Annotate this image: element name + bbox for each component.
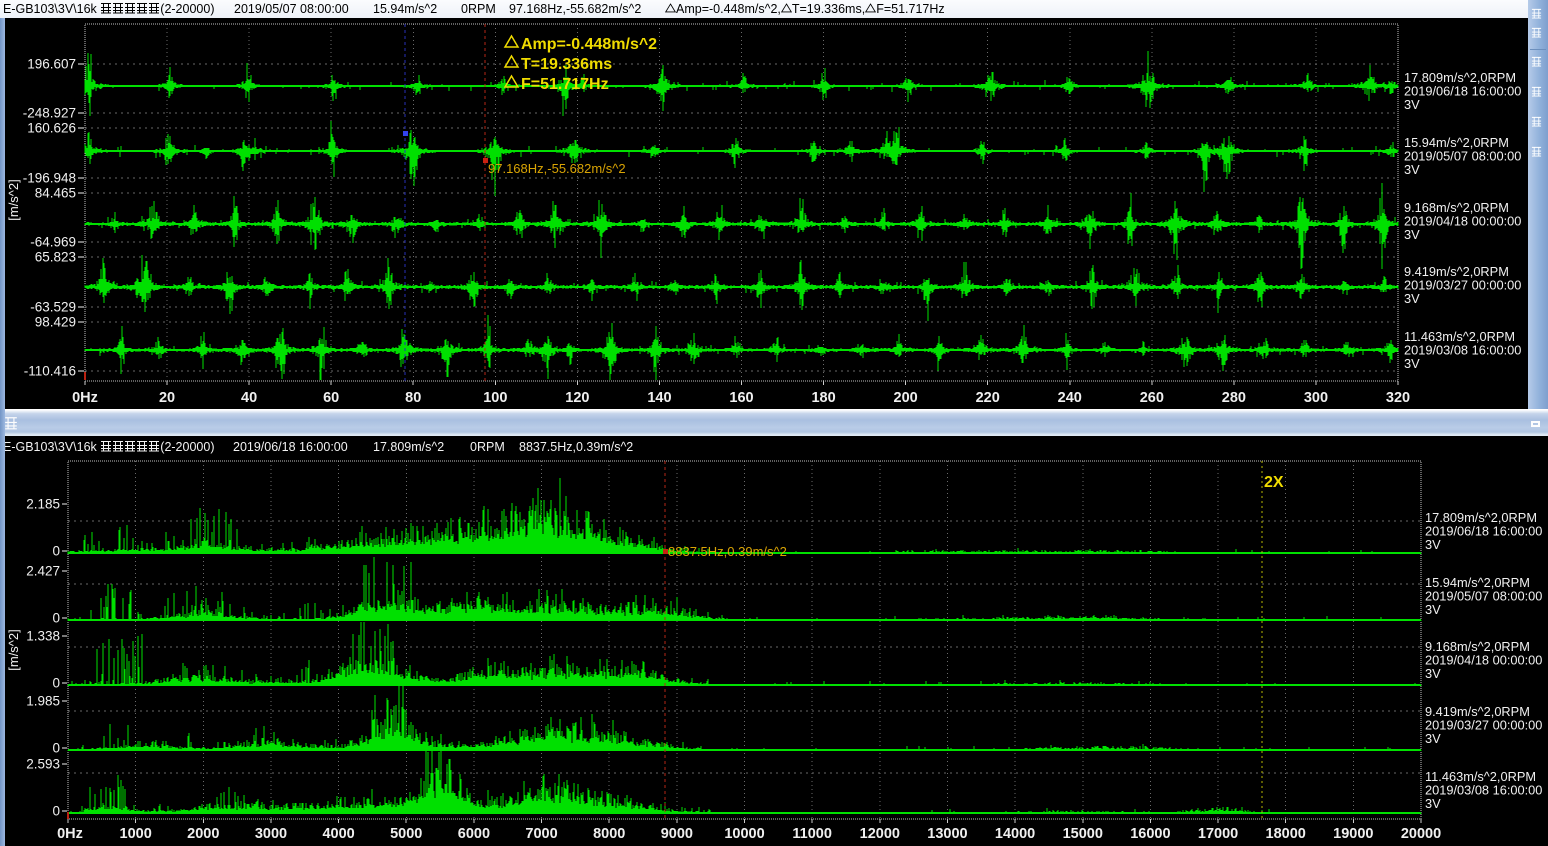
svg-text:2019/03/27 00:00:00: 2019/03/27 00:00:00 <box>1425 717 1542 732</box>
svg-text:160: 160 <box>729 390 753 406</box>
svg-text:3000: 3000 <box>255 826 287 842</box>
svg-text:0: 0 <box>52 804 60 819</box>
svg-text:120: 120 <box>565 390 589 406</box>
svg-text:240: 240 <box>1058 390 1082 406</box>
svg-text:6000: 6000 <box>458 826 490 842</box>
svg-text:T=19.336ms: T=19.336ms <box>521 56 612 73</box>
svg-text:15000: 15000 <box>1063 826 1103 842</box>
svg-text:98.429: 98.429 <box>35 315 76 330</box>
svg-text:8000: 8000 <box>593 826 625 842</box>
svg-text:320: 320 <box>1386 390 1410 406</box>
svg-text:-110.416: -110.416 <box>24 364 76 379</box>
svg-text:0: 0 <box>52 741 60 756</box>
svg-text:-64.969: -64.969 <box>30 235 76 250</box>
svg-text:300: 300 <box>1304 390 1328 406</box>
svg-text:65.823: 65.823 <box>35 250 76 265</box>
svg-text:220: 220 <box>976 390 1000 406</box>
svg-text:3V: 3V <box>1404 162 1420 177</box>
svg-text:10000: 10000 <box>724 826 764 842</box>
svg-text:2019/05/07 08:00:00: 2019/05/07 08:00:00 <box>1404 148 1521 163</box>
svg-text:Amp=-0.448m/s^2: Amp=-0.448m/s^2 <box>521 36 657 53</box>
svg-text:1000: 1000 <box>120 826 152 842</box>
svg-text:2.185: 2.185 <box>26 497 60 512</box>
svg-text:7000: 7000 <box>525 826 557 842</box>
svg-text:3V: 3V <box>1404 227 1420 242</box>
svg-text:20: 20 <box>159 390 175 406</box>
svg-text:2019/03/27 00:00:00: 2019/03/27 00:00:00 <box>1404 277 1521 292</box>
svg-text:260: 260 <box>1140 390 1164 406</box>
svg-text:2.427: 2.427 <box>26 564 60 579</box>
svg-text:180: 180 <box>811 390 835 406</box>
svg-text:160.626: 160.626 <box>27 121 76 136</box>
svg-text:140: 140 <box>647 390 671 406</box>
svg-text:2019/05/07 08:00:00: 2019/05/07 08:00:00 <box>1425 588 1542 603</box>
svg-text:0: 0 <box>52 676 60 691</box>
svg-text:13000: 13000 <box>927 826 967 842</box>
svg-text:0Hz: 0Hz <box>72 390 98 406</box>
svg-text:[m/s^2]: [m/s^2] <box>6 629 21 671</box>
svg-text:16000: 16000 <box>1130 826 1170 842</box>
svg-text:[m/s^2]: [m/s^2] <box>6 179 21 221</box>
svg-text:3V: 3V <box>1404 97 1420 112</box>
svg-text:4000: 4000 <box>322 826 354 842</box>
svg-text:60: 60 <box>323 390 339 406</box>
svg-text:0: 0 <box>52 544 60 559</box>
svg-text:19000: 19000 <box>1333 826 1373 842</box>
svg-text:3V: 3V <box>1425 796 1441 811</box>
svg-text:2019/06/18 16:00:00: 2019/06/18 16:00:00 <box>1425 523 1542 538</box>
svg-text:2019/03/08 16:00:00: 2019/03/08 16:00:00 <box>1404 342 1521 357</box>
svg-text:2019/04/18 00:00:00: 2019/04/18 00:00:00 <box>1425 652 1542 667</box>
svg-text:2000: 2000 <box>187 826 219 842</box>
svg-text:3V: 3V <box>1425 537 1441 552</box>
svg-text:0Hz: 0Hz <box>57 826 83 842</box>
svg-text:3V: 3V <box>1425 602 1441 617</box>
svg-text:12000: 12000 <box>860 826 900 842</box>
svg-text:2019/03/08 16:00:00: 2019/03/08 16:00:00 <box>1425 782 1542 797</box>
svg-text:97.168Hz,-55.682m/s^2: 97.168Hz,-55.682m/s^2 <box>488 161 626 176</box>
svg-text:3V: 3V <box>1404 356 1420 371</box>
svg-text:2019/06/18 16:00:00: 2019/06/18 16:00:00 <box>1404 83 1521 98</box>
svg-text:17000: 17000 <box>1198 826 1238 842</box>
svg-text:80: 80 <box>405 390 421 406</box>
svg-text:F=51.717Hz: F=51.717Hz <box>521 76 609 93</box>
svg-text:2X: 2X <box>1264 474 1284 491</box>
svg-text:1.338: 1.338 <box>26 629 60 644</box>
svg-text:100: 100 <box>483 390 507 406</box>
svg-text:40: 40 <box>241 390 257 406</box>
svg-text:8837.5Hz,0.39m/s^2: 8837.5Hz,0.39m/s^2 <box>668 544 787 559</box>
svg-text:14000: 14000 <box>995 826 1035 842</box>
svg-text:11000: 11000 <box>792 826 832 842</box>
svg-text:200: 200 <box>894 390 918 406</box>
svg-text:-63.529: -63.529 <box>30 300 76 315</box>
svg-text:280: 280 <box>1222 390 1246 406</box>
svg-text:196.607: 196.607 <box>27 57 76 72</box>
svg-text:20000: 20000 <box>1401 826 1441 842</box>
svg-text:1.985: 1.985 <box>26 694 60 709</box>
svg-text:5000: 5000 <box>390 826 422 842</box>
svg-text:0: 0 <box>52 611 60 626</box>
svg-text:2019/04/18 00:00:00: 2019/04/18 00:00:00 <box>1404 213 1521 228</box>
svg-text:-248.927: -248.927 <box>23 106 76 121</box>
svg-text:18000: 18000 <box>1266 826 1306 842</box>
svg-text:3V: 3V <box>1404 291 1420 306</box>
svg-text:3V: 3V <box>1425 666 1441 681</box>
svg-text:2.593: 2.593 <box>26 757 60 772</box>
svg-text:3V: 3V <box>1425 731 1441 746</box>
svg-text:9000: 9000 <box>661 826 693 842</box>
svg-text:-196.948: -196.948 <box>23 171 76 186</box>
svg-text:84.465: 84.465 <box>35 186 76 201</box>
